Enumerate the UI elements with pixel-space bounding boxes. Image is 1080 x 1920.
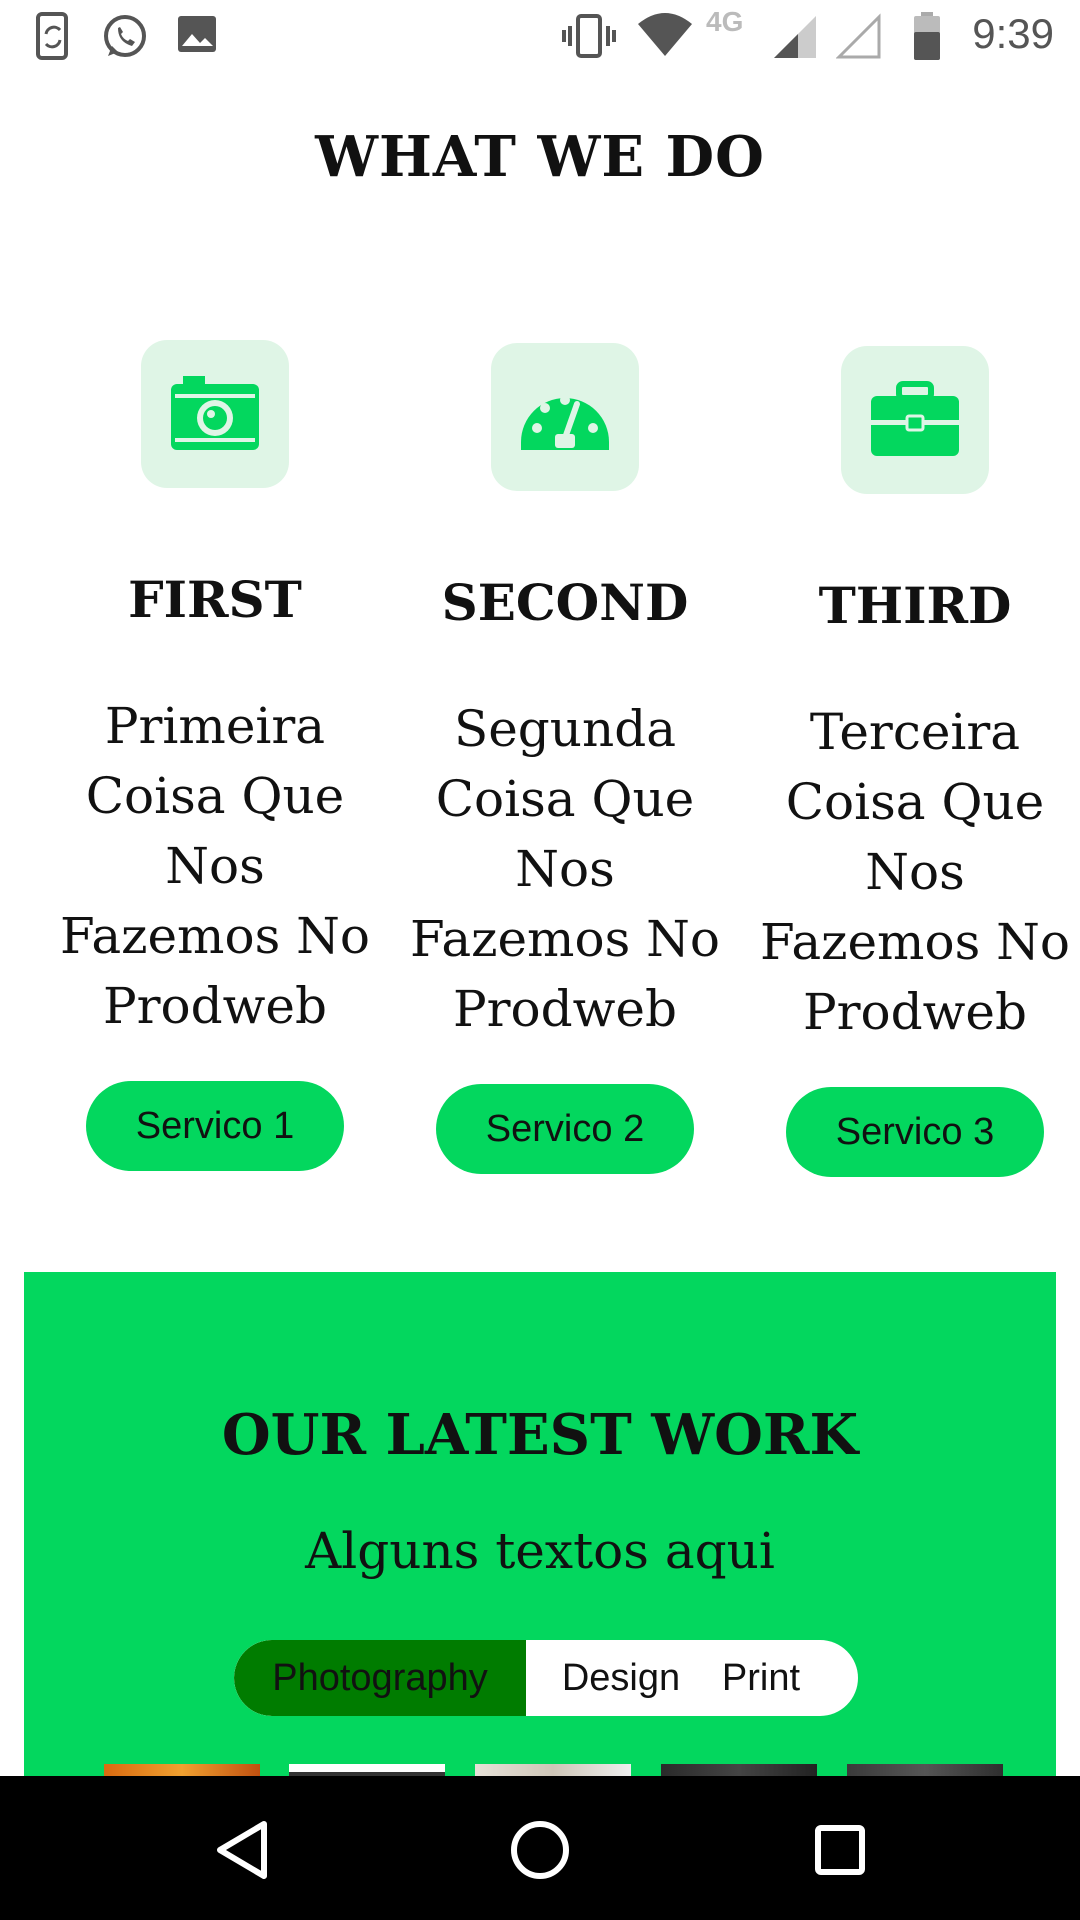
section-title-what-we-do: WHAT WE DO bbox=[315, 124, 765, 190]
status-bar: 4G 9:39 bbox=[0, 0, 1080, 72]
latest-work-subtitle: Alguns textos aqui bbox=[305, 1522, 775, 1580]
tab-print[interactable]: Print bbox=[716, 1640, 806, 1716]
portfolio-filter-tabs: Photography Design Print bbox=[234, 1640, 858, 1716]
service-1-button[interactable]: Servico 1 bbox=[86, 1081, 344, 1171]
latest-work-section: OUR LATEST WORK Alguns textos aqui Photo… bbox=[24, 1272, 1056, 1832]
vibrate-icon bbox=[562, 14, 616, 58]
network-type: 4G bbox=[706, 6, 744, 37]
signal-icon bbox=[774, 16, 816, 58]
service-heading: FIRST bbox=[128, 570, 302, 629]
camera-icon bbox=[171, 376, 259, 450]
service-2-button[interactable]: Servico 2 bbox=[436, 1084, 694, 1174]
recents-icon[interactable] bbox=[814, 1824, 866, 1876]
service-icon-container bbox=[141, 340, 289, 488]
image-icon bbox=[178, 16, 216, 52]
home-icon[interactable] bbox=[510, 1820, 570, 1880]
service-column-second: SECOND Segunda Coisa Que Nos Fazemos No … bbox=[395, 343, 735, 1174]
service-column-first: FIRST Primeira Coisa Que Nos Fazemos No … bbox=[45, 340, 385, 1171]
whatsapp-icon bbox=[104, 15, 146, 57]
tab-design[interactable]: Design bbox=[526, 1640, 716, 1716]
system-navigation-bar bbox=[0, 1776, 1080, 1920]
speedometer-icon bbox=[521, 395, 609, 450]
service-description: Primeira Coisa Que Nos Fazemos No Prodwe… bbox=[60, 697, 370, 1035]
service-icon-container bbox=[841, 346, 989, 494]
service-heading: THIRD bbox=[818, 576, 1012, 635]
service-column-third: THIRD Terceira Coisa Que Nos Fazemos No … bbox=[745, 346, 1080, 1177]
tab-photography[interactable]: Photography bbox=[234, 1640, 526, 1716]
section-title-latest-work: OUR LATEST WORK bbox=[221, 1402, 859, 1468]
clock: 9:39 bbox=[972, 10, 1054, 57]
phone-sync-icon bbox=[36, 12, 68, 60]
service-description: Segunda Coisa Que Nos Fazemos No Prodweb bbox=[410, 700, 720, 1038]
wifi-icon bbox=[638, 13, 692, 56]
service-icon-container bbox=[491, 343, 639, 491]
service-3-button[interactable]: Servico 3 bbox=[786, 1087, 1044, 1177]
service-heading: SECOND bbox=[441, 573, 689, 632]
back-icon[interactable] bbox=[214, 1820, 270, 1880]
battery-icon bbox=[914, 12, 940, 60]
signal-empty-icon bbox=[836, 13, 881, 59]
service-description: Terceira Coisa Que Nos Fazemos No Prodwe… bbox=[760, 703, 1070, 1041]
briefcase-icon bbox=[871, 381, 959, 456]
